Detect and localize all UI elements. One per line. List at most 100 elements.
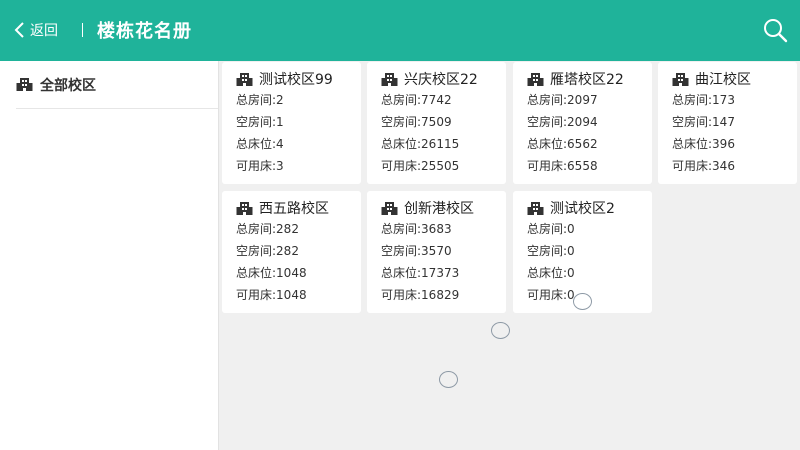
stat-value: 0 — [567, 222, 575, 236]
campus-stat-rooms-total: 总房间:3683 — [381, 218, 506, 240]
stat-label: 总房间: — [381, 93, 422, 107]
campus-stat-beds-available: 可用床:25505 — [381, 155, 506, 177]
campus-stat-rooms-empty: 空房间:0 — [527, 240, 652, 262]
campus-name: 曲江校区 — [695, 72, 751, 88]
campus-stat-rooms-empty: 空房间:282 — [236, 240, 361, 262]
stat-label: 可用床: — [381, 159, 422, 173]
building-icon — [527, 72, 544, 86]
stat-value: 147 — [712, 115, 735, 129]
building-icon — [527, 201, 544, 215]
campus-stat-beds-available: 可用床:346 — [672, 155, 797, 177]
stat-value: 1 — [276, 115, 284, 129]
campus-stat-rooms-empty: 空房间:147 — [672, 111, 797, 133]
campus-stat-beds-total: 总床位:6562 — [527, 133, 652, 155]
campus-card[interactable]: 雁塔校区22 总房间:2097 空房间:2094 总床位:6562 可用床:6558 — [513, 62, 652, 184]
campus-name: 西五路校区 — [259, 201, 329, 217]
top-bar: 返回 楼栋花名册 — [0, 0, 800, 61]
campus-card[interactable]: 测试校区99 总房间:2 空房间:1 总床位:4 可用床:3 — [222, 62, 361, 184]
header-divider — [82, 23, 83, 37]
stat-label: 可用床: — [381, 288, 422, 302]
stat-value: 1048 — [276, 288, 307, 302]
stat-value: 6562 — [567, 137, 598, 151]
stat-label: 总房间: — [236, 93, 277, 107]
campus-card-title: 曲江校区 — [672, 69, 797, 89]
stat-value: 282 — [276, 244, 299, 258]
stat-label: 总床位: — [527, 137, 568, 151]
campus-card-title: 雁塔校区22 — [527, 69, 652, 89]
building-icon — [236, 72, 253, 86]
campus-stat-rooms-total: 总房间:2 — [236, 89, 361, 111]
stat-label: 总床位: — [381, 137, 422, 151]
campus-card-title: 测试校区2 — [527, 198, 652, 218]
stat-value: 0 — [567, 266, 575, 280]
campus-name: 兴庆校区22 — [404, 72, 478, 88]
sidebar: 全部校区 — [0, 61, 219, 450]
page-title: 楼栋花名册 — [97, 21, 192, 42]
campus-card[interactable]: 兴庆校区22 总房间:7742 空房间:7509 总床位:26115 可用床:25505 — [367, 62, 506, 184]
stat-label: 总房间: — [527, 93, 568, 107]
stat-label: 总床位: — [236, 137, 277, 151]
stat-value: 3683 — [421, 222, 452, 236]
campus-stat-rooms-empty: 空房间:7509 — [381, 111, 506, 133]
stat-value: 3570 — [421, 244, 452, 258]
stat-label: 总房间: — [236, 222, 277, 236]
stat-label: 总床位: — [672, 137, 713, 151]
building-icon — [381, 201, 398, 215]
loading-spinner — [491, 322, 510, 339]
campus-stat-beds-total: 总床位:26115 — [381, 133, 506, 155]
search-icon[interactable] — [762, 17, 788, 43]
back-label: 返回 — [30, 23, 58, 39]
stat-value: 2097 — [567, 93, 598, 107]
campus-card[interactable]: 曲江校区 总房间:173 空房间:147 总床位:396 可用床:346 — [658, 62, 797, 184]
stat-value: 25505 — [421, 159, 460, 173]
building-icon — [381, 72, 398, 86]
stat-value: 282 — [276, 222, 299, 236]
stat-label: 可用床: — [672, 159, 713, 173]
building-icon — [672, 72, 689, 86]
stat-value: 2094 — [567, 115, 598, 129]
campus-card[interactable]: 创新港校区 总房间:3683 空房间:3570 总床位:17373 可用床:16829 — [367, 191, 506, 313]
campus-stat-beds-available: 可用床:16829 — [381, 284, 506, 306]
campus-card-title: 测试校区99 — [236, 69, 361, 89]
campus-name: 测试校区99 — [259, 72, 333, 88]
campus-name: 雁塔校区22 — [550, 72, 624, 88]
stat-label: 空房间: — [381, 244, 422, 258]
stat-label: 空房间: — [236, 115, 277, 129]
stat-label: 总房间: — [381, 222, 422, 236]
campus-name: 测试校区2 — [550, 201, 615, 217]
stat-value: 16829 — [421, 288, 460, 302]
loading-spinner — [573, 293, 592, 310]
chevron-left-icon — [14, 22, 24, 38]
campus-stat-beds-total: 总床位:396 — [672, 133, 797, 155]
campus-stat-rooms-total: 总房间:7742 — [381, 89, 506, 111]
campus-stat-rooms-empty: 空房间:1 — [236, 111, 361, 133]
campus-stat-beds-total: 总床位:17373 — [381, 262, 506, 284]
stat-value: 26115 — [421, 137, 460, 151]
campus-stat-rooms-total: 总房间:2097 — [527, 89, 652, 111]
campus-stat-beds-available: 可用床:6558 — [527, 155, 652, 177]
back-button[interactable]: 返回 — [14, 19, 58, 41]
stat-value: 6558 — [567, 159, 598, 173]
stat-label: 空房间: — [527, 244, 568, 258]
campus-card[interactable]: 西五路校区 总房间:282 空房间:282 总床位:1048 可用床:1048 — [222, 191, 361, 313]
stat-label: 可用床: — [236, 288, 277, 302]
campus-card-title: 兴庆校区22 — [381, 69, 506, 89]
stat-value: 2 — [276, 93, 284, 107]
stat-label: 空房间: — [527, 115, 568, 129]
sidebar-item-all-campuses[interactable]: 全部校区 — [16, 61, 218, 109]
stat-value: 1048 — [276, 266, 307, 280]
campus-name: 创新港校区 — [404, 201, 474, 217]
campus-grid: 测试校区99 总房间:2 空房间:1 总床位:4 可用床:3 兴庆校区22 总房间:7742… — [222, 62, 800, 450]
campus-stat-rooms-total: 总房间:0 — [527, 218, 652, 240]
stat-value: 0 — [567, 244, 575, 258]
stat-value: 396 — [712, 137, 735, 151]
campus-stat-beds-total: 总床位:4 — [236, 133, 361, 155]
stat-label: 空房间: — [236, 244, 277, 258]
stat-label: 可用床: — [236, 159, 277, 173]
stat-label: 空房间: — [672, 115, 713, 129]
campus-stat-rooms-empty: 空房间:2094 — [527, 111, 652, 133]
campus-stat-rooms-empty: 空房间:3570 — [381, 240, 506, 262]
campus-stat-rooms-total: 总房间:173 — [672, 89, 797, 111]
stat-label: 总床位: — [381, 266, 422, 280]
campus-card-title: 西五路校区 — [236, 198, 361, 218]
